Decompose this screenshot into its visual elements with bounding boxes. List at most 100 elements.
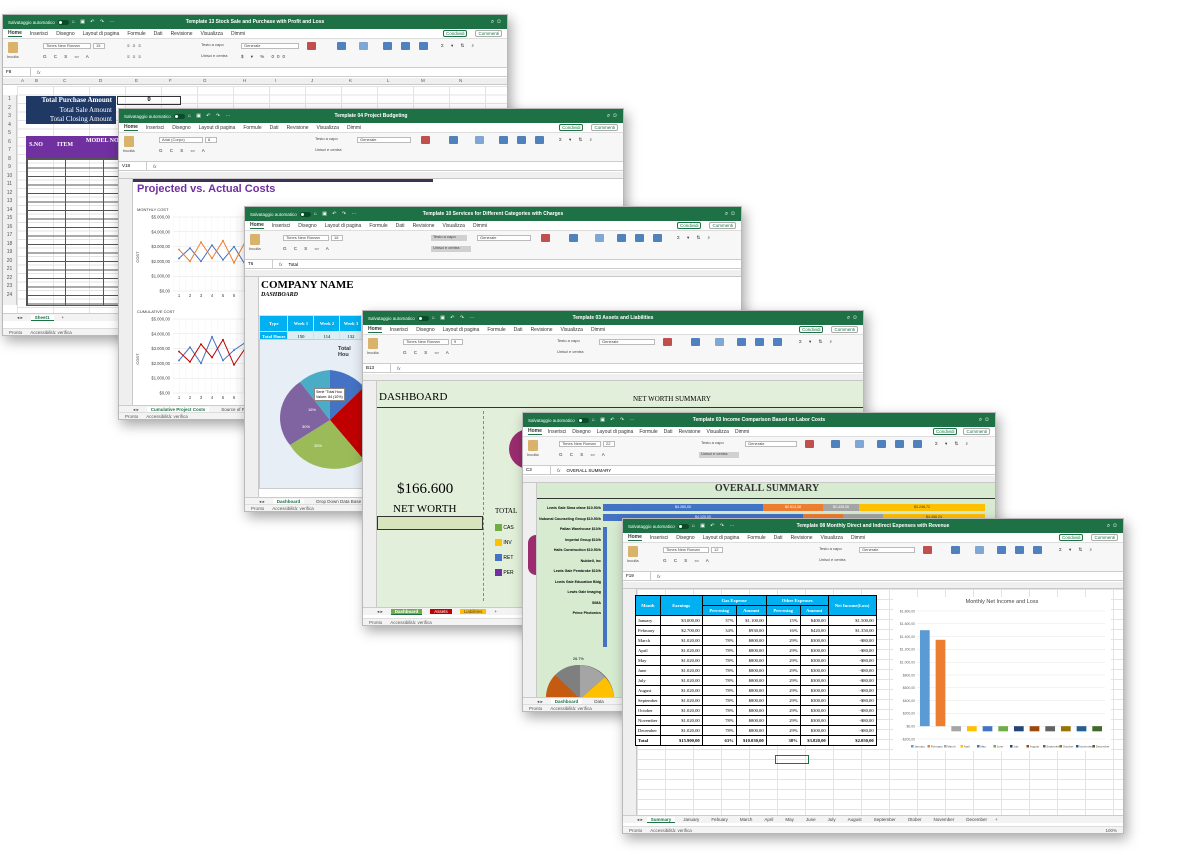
data-point[interactable] bbox=[233, 245, 235, 248]
data-point[interactable] bbox=[189, 346, 191, 349]
tab-draw[interactable]: Disegno bbox=[56, 31, 74, 37]
table-cell[interactable]: $1.500,00 bbox=[827, 615, 877, 626]
bar[interactable] bbox=[935, 639, 946, 727]
sheet-tab[interactable]: August bbox=[844, 817, 866, 822]
name-box[interactable]: V18 bbox=[119, 162, 147, 170]
number-format-select[interactable]: Generale bbox=[477, 235, 531, 241]
table-cell[interactable]: $300,00 bbox=[799, 685, 829, 696]
net-income-chart-area[interactable]: Monthly Net Income and Loss $1.800,00 $1.… bbox=[893, 597, 1111, 751]
format-buttons[interactable]: G C S ▭ A bbox=[663, 558, 712, 564]
table-cell[interactable]: 29% bbox=[765, 655, 801, 666]
table-cell[interactable]: $930,00 bbox=[735, 625, 767, 636]
formula-bar[interactable]: C3 fx OVERALL SUMMARY bbox=[523, 466, 995, 475]
table-cell[interactable]: $1.020,00 bbox=[659, 715, 703, 726]
tab-formulas[interactable]: Formule bbox=[639, 429, 657, 435]
sum-icon[interactable]: Σ ▾ ⇅ ⌕ bbox=[935, 441, 971, 447]
search-icon[interactable]: ⌕ ☺ bbox=[607, 113, 618, 120]
table-cell[interactable]: September bbox=[635, 695, 661, 706]
format-table-button[interactable] bbox=[337, 42, 346, 50]
tab-home[interactable]: Home bbox=[528, 428, 542, 435]
tab-layout[interactable]: Layout di pagina bbox=[83, 31, 120, 37]
autosave-toggle[interactable] bbox=[57, 19, 69, 25]
number-buttons[interactable]: $ ▾ % 000 bbox=[241, 54, 288, 60]
autosave-toggle[interactable] bbox=[677, 523, 689, 529]
align-buttons[interactable]: ≡≡≡ bbox=[127, 43, 144, 48]
table-cell[interactable]: -$80,00 bbox=[827, 705, 877, 716]
format-cells-button[interactable] bbox=[1033, 546, 1042, 554]
tab-draw[interactable]: Disegno bbox=[172, 125, 190, 131]
font-size-select[interactable]: 9 bbox=[451, 339, 463, 345]
data-point[interactable] bbox=[233, 363, 235, 366]
table-cell[interactable]: $800,00 bbox=[735, 655, 767, 666]
bar[interactable] bbox=[1029, 726, 1040, 732]
sum-icon[interactable]: Σ ▾ ⇅ ⌕ bbox=[441, 43, 477, 49]
table-cell[interactable]: $800,00 bbox=[735, 675, 767, 686]
tab-data[interactable]: Dati bbox=[514, 327, 523, 333]
comments-button[interactable]: Commenti bbox=[591, 124, 618, 131]
tab-layout[interactable]: Layout di pagina bbox=[199, 125, 236, 131]
table-cell[interactable]: 78% bbox=[701, 645, 737, 656]
table-cell[interactable]: $1.350,00 bbox=[827, 625, 877, 636]
table-cell[interactable]: November bbox=[635, 715, 661, 726]
tab-draw[interactable]: Disegno bbox=[572, 429, 590, 435]
number-format-select[interactable]: Generale bbox=[745, 441, 797, 447]
name-box[interactable]: T6 bbox=[245, 260, 273, 268]
table-cell[interactable]: 78% bbox=[701, 655, 737, 666]
merge-center-button[interactable]: Unisci e centra bbox=[199, 54, 239, 60]
table-cell[interactable]: 78% bbox=[701, 695, 737, 706]
number-format-select[interactable]: Generale bbox=[859, 547, 915, 553]
cell-styles-button[interactable] bbox=[475, 136, 484, 144]
table-cell[interactable]: -$80,00 bbox=[827, 685, 877, 696]
bar[interactable] bbox=[1076, 726, 1087, 732]
row-number[interactable]: 21 bbox=[3, 265, 16, 274]
paste-button[interactable]: Incolla bbox=[123, 136, 135, 153]
tab-insert[interactable]: Inserisci bbox=[146, 125, 164, 131]
table-cell[interactable]: 29% bbox=[765, 725, 801, 736]
data-point[interactable] bbox=[178, 359, 180, 362]
format-cells-button[interactable] bbox=[653, 234, 662, 242]
table-cell[interactable]: 29% bbox=[765, 685, 801, 696]
quick-access-icons[interactable]: ⌂ ▣ ↶ ↷ ⋯ bbox=[188, 113, 233, 119]
row-number[interactable]: 13 bbox=[3, 197, 16, 206]
data-point[interactable] bbox=[189, 361, 191, 363]
autosave-toggle[interactable] bbox=[299, 211, 311, 217]
table-cell[interactable]: $1.020,00 bbox=[659, 685, 703, 696]
tab-data[interactable]: Dati bbox=[774, 535, 783, 541]
conditional-format-button[interactable] bbox=[421, 136, 430, 144]
data-point[interactable] bbox=[178, 257, 180, 260]
format-buttons[interactable]: G C S ▭ A bbox=[43, 54, 92, 60]
data-point[interactable] bbox=[222, 239, 224, 242]
data-point[interactable] bbox=[222, 259, 224, 261]
add-sheet-icon[interactable]: + bbox=[62, 315, 65, 320]
tab-tell-me[interactable]: Dimmi bbox=[347, 125, 361, 131]
table-cell[interactable]: $300,00 bbox=[799, 705, 829, 716]
comments-button[interactable]: Commenti bbox=[475, 30, 502, 37]
merge-center-button[interactable]: Unisci e centra bbox=[431, 246, 471, 252]
bar[interactable] bbox=[1013, 726, 1024, 732]
data-point[interactable] bbox=[200, 362, 202, 365]
data-point[interactable] bbox=[211, 244, 213, 247]
tab-insert[interactable]: Inserisci bbox=[650, 535, 668, 541]
bar[interactable] bbox=[951, 726, 962, 732]
comments-button[interactable]: Commenti bbox=[963, 428, 990, 435]
pie-chart-area[interactable]: Total Hou Serie "Total Hou Valore: 84 (10… bbox=[259, 339, 364, 489]
table-cell[interactable]: $300,00 bbox=[799, 645, 829, 656]
sheet-tab[interactable]: April bbox=[760, 817, 777, 822]
table-cell[interactable]: May bbox=[635, 655, 661, 666]
paste-button[interactable]: Incolla bbox=[527, 440, 539, 457]
tab-formulas[interactable]: Formule bbox=[747, 535, 765, 541]
tab-layout[interactable]: Layout di pagina bbox=[443, 327, 480, 333]
font-size-select[interactable]: 8 bbox=[205, 137, 217, 143]
bar[interactable] bbox=[919, 630, 930, 727]
tab-tell-me[interactable]: Dimmi bbox=[231, 31, 245, 37]
selected-cell[interactable] bbox=[775, 755, 809, 764]
share-button[interactable]: Condividi bbox=[442, 30, 468, 37]
table-cell[interactable]: -$80,00 bbox=[827, 635, 877, 646]
insert-cells-button[interactable] bbox=[877, 440, 886, 448]
format-table-button[interactable] bbox=[449, 136, 458, 144]
cell-styles-button[interactable] bbox=[855, 440, 864, 448]
table-cell[interactable]: $300,00 bbox=[799, 695, 829, 706]
table-cell[interactable]: 16% bbox=[765, 625, 801, 636]
share-button[interactable]: Condividi bbox=[1058, 534, 1084, 541]
tab-review[interactable]: Revisione bbox=[413, 223, 435, 229]
